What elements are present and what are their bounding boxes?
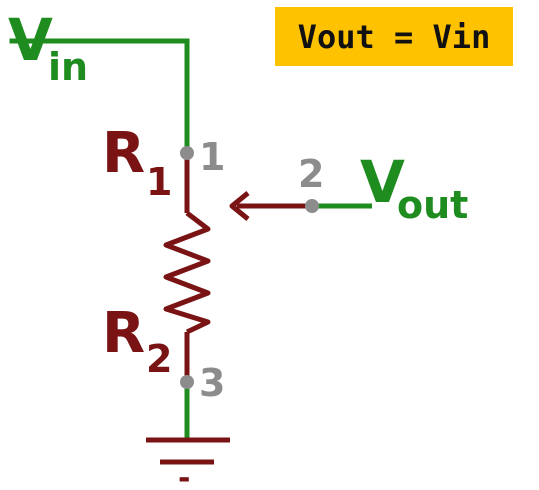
vin-label-main: V [8, 6, 53, 74]
pin3-label: 3 [199, 361, 225, 405]
pin2-dot [305, 199, 319, 213]
r2-label-main: R [102, 301, 145, 366]
equation-text: Vout = Vin [297, 17, 491, 56]
pin1-label: 1 [199, 135, 225, 179]
resistor-zigzag [163, 211, 211, 335]
vin-label-sub: in [48, 45, 88, 89]
r1-label-sub: 1 [146, 160, 172, 204]
potentiometer-schematic: V in V out R 1 R 2 1 2 3 - [8, 6, 468, 490]
equation-badge: Vout = Vin [275, 7, 513, 66]
pin1-dot [180, 146, 194, 160]
r2-label-sub: 2 [146, 337, 172, 381]
r1-label-main: R [102, 121, 145, 186]
pin3-dot [180, 375, 194, 389]
ground-mark: - [178, 461, 190, 490]
vout-label-sub: out [397, 183, 468, 227]
pin2-label: 2 [298, 152, 324, 196]
